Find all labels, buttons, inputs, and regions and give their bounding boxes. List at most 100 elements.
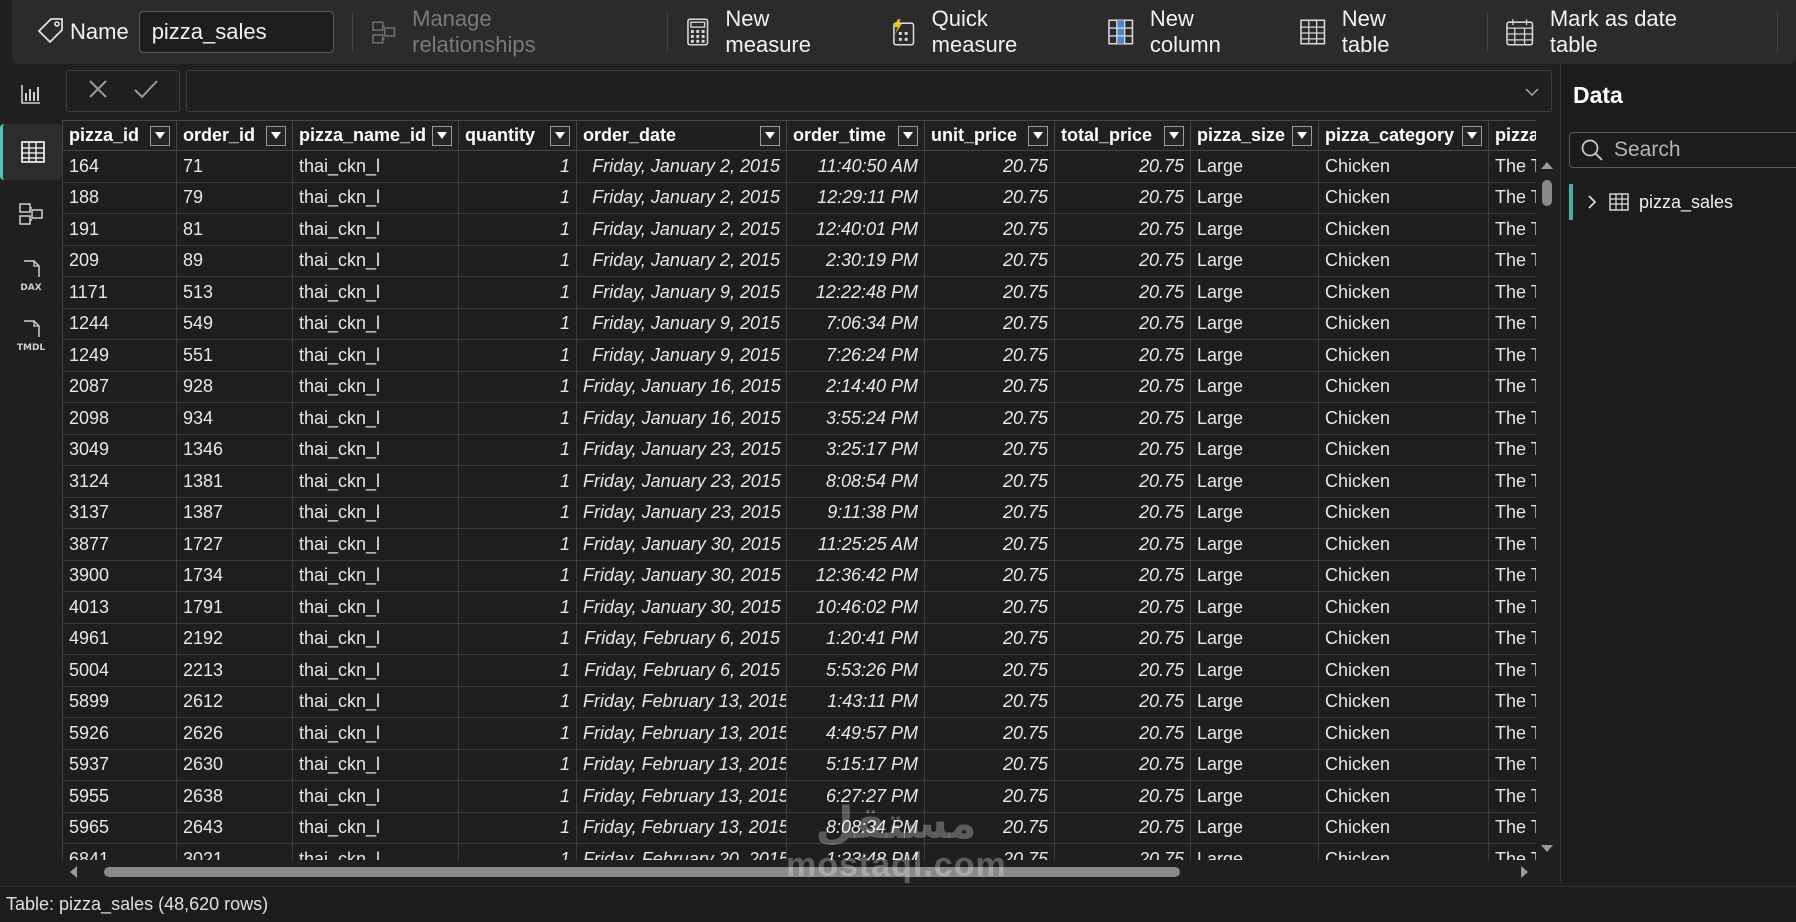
cell-order-time[interactable]: 12:22:48 PM (786, 276, 925, 309)
cell-order-id[interactable]: 1387 (176, 496, 293, 529)
cell-pizza-size[interactable]: Large (1190, 748, 1319, 781)
cell-pizza-category[interactable]: Chicken (1318, 780, 1489, 813)
cell-order-time[interactable]: 8:08:34 PM (786, 811, 925, 844)
cell-pizza-category[interactable]: Chicken (1318, 339, 1489, 372)
cell-pizza-size[interactable]: Large (1190, 181, 1319, 214)
cell-pizza-name-id[interactable]: thai_ckn_l (292, 496, 459, 529)
cell-pizza[interactable]: The T (1488, 622, 1536, 655)
cell-pizza-category[interactable]: Chicken (1318, 717, 1489, 750)
cell-order-id[interactable]: 513 (176, 276, 293, 309)
cell-order-time[interactable]: 1:20:41 PM (786, 622, 925, 655)
cell-unit-price[interactable]: 20.75 (924, 465, 1055, 498)
filter-dropdown-button[interactable] (1462, 126, 1482, 146)
filter-dropdown-button[interactable] (432, 126, 452, 146)
cell-order-date[interactable]: Friday, February 13, 2015 (576, 811, 787, 844)
manage-relationships-button[interactable]: Manage relationships (371, 0, 617, 64)
cell-pizza-name-id[interactable]: thai_ckn_l (292, 244, 459, 277)
cell-unit-price[interactable]: 20.75 (924, 276, 1055, 309)
column-header-order-time[interactable]: order_time (786, 120, 925, 151)
cell-total-price[interactable]: 20.75 (1054, 528, 1191, 561)
cell-total-price[interactable]: 20.75 (1054, 307, 1191, 340)
data-table-item-pizza-sales[interactable]: pizza_sales (1569, 184, 1796, 220)
cell-quantity[interactable]: 1 (458, 150, 577, 183)
cell-quantity[interactable]: 1 (458, 717, 577, 750)
cell-order-date[interactable]: Friday, January 23, 2015 (576, 433, 787, 466)
cell-order-time[interactable]: 5:15:17 PM (786, 748, 925, 781)
cell-pizza-id[interactable]: 191 (62, 213, 177, 246)
cell-pizza-id[interactable]: 209 (62, 244, 177, 277)
cell-quantity[interactable]: 1 (458, 654, 577, 687)
cell-order-date[interactable]: Friday, January 23, 2015 (576, 496, 787, 529)
cell-pizza-category[interactable]: Chicken (1318, 843, 1489, 860)
column-header-pizza-size[interactable]: pizza_size (1190, 120, 1319, 151)
cell-pizza-name-id[interactable]: thai_ckn_l (292, 276, 459, 309)
cell-unit-price[interactable]: 20.75 (924, 244, 1055, 277)
cell-order-id[interactable]: 71 (176, 150, 293, 183)
cancel-formula-button[interactable] (86, 77, 110, 106)
cell-pizza-size[interactable]: Large (1190, 496, 1319, 529)
cell-pizza-name-id[interactable]: thai_ckn_l (292, 339, 459, 372)
cell-unit-price[interactable]: 20.75 (924, 181, 1055, 214)
cell-pizza-size[interactable]: Large (1190, 213, 1319, 246)
cell-total-price[interactable]: 20.75 (1054, 244, 1191, 277)
cell-unit-price[interactable]: 20.75 (924, 811, 1055, 844)
cell-pizza-id[interactable]: 4013 (62, 591, 177, 624)
cell-quantity[interactable]: 1 (458, 181, 577, 214)
cell-order-date[interactable]: Friday, February 13, 2015 (576, 748, 787, 781)
cell-pizza-size[interactable]: Large (1190, 559, 1319, 592)
filter-dropdown-button[interactable] (760, 126, 780, 146)
cell-order-date[interactable]: Friday, February 13, 2015 (576, 685, 787, 718)
column-header-total-price[interactable]: total_price (1054, 120, 1191, 151)
cell-order-id[interactable]: 2612 (176, 685, 293, 718)
cell-pizza-id[interactable]: 5899 (62, 685, 177, 718)
cell-pizza-name-id[interactable]: thai_ckn_l (292, 591, 459, 624)
cell-order-time[interactable]: 1:23:48 PM (786, 843, 925, 860)
cell-pizza-name-id[interactable]: thai_ckn_l (292, 213, 459, 246)
cell-quantity[interactable]: 1 (458, 528, 577, 561)
cell-order-id[interactable]: 1727 (176, 528, 293, 561)
cell-pizza[interactable]: The T (1488, 244, 1536, 277)
cell-pizza[interactable]: The T (1488, 528, 1536, 561)
cell-total-price[interactable]: 20.75 (1054, 181, 1191, 214)
cell-pizza-name-id[interactable]: thai_ckn_l (292, 181, 459, 214)
cell-pizza-id[interactable]: 188 (62, 181, 177, 214)
column-header-pizza-name-id[interactable]: pizza_name_id (292, 120, 459, 151)
cell-order-time[interactable]: 10:46:02 PM (786, 591, 925, 624)
cell-pizza-id[interactable]: 3137 (62, 496, 177, 529)
cell-pizza-id[interactable]: 1171 (62, 276, 177, 309)
cell-pizza-category[interactable]: Chicken (1318, 433, 1489, 466)
cell-order-date[interactable]: Friday, February 6, 2015 (576, 622, 787, 655)
cell-pizza-size[interactable]: Large (1190, 780, 1319, 813)
cell-pizza-size[interactable]: Large (1190, 402, 1319, 435)
cell-quantity[interactable]: 1 (458, 496, 577, 529)
quick-measure-button[interactable]: Quick measure (890, 0, 1076, 64)
cell-pizza[interactable]: The T (1488, 843, 1536, 860)
cell-pizza-id[interactable]: 5937 (62, 748, 177, 781)
cell-pizza-name-id[interactable]: thai_ckn_l (292, 685, 459, 718)
cell-order-date[interactable]: Friday, January 16, 2015 (576, 370, 787, 403)
cell-pizza-size[interactable]: Large (1190, 150, 1319, 183)
cell-quantity[interactable]: 1 (458, 307, 577, 340)
cell-unit-price[interactable]: 20.75 (924, 685, 1055, 718)
column-header-quantity[interactable]: quantity (458, 120, 577, 151)
cell-total-price[interactable]: 20.75 (1054, 685, 1191, 718)
cell-pizza-category[interactable]: Chicken (1318, 748, 1489, 781)
cell-order-time[interactable]: 4:49:57 PM (786, 717, 925, 750)
cell-pizza-id[interactable]: 2087 (62, 370, 177, 403)
cell-order-time[interactable]: 12:40:01 PM (786, 213, 925, 246)
cell-order-time[interactable]: 3:55:24 PM (786, 402, 925, 435)
cell-unit-price[interactable]: 20.75 (924, 654, 1055, 687)
cell-pizza[interactable]: The T (1488, 307, 1536, 340)
cell-order-date[interactable]: Friday, January 23, 2015 (576, 465, 787, 498)
cell-pizza-name-id[interactable]: thai_ckn_l (292, 559, 459, 592)
cell-quantity[interactable]: 1 (458, 213, 577, 246)
cell-order-id[interactable]: 551 (176, 339, 293, 372)
cell-pizza-category[interactable]: Chicken (1318, 591, 1489, 624)
new-measure-button[interactable]: New measure (686, 0, 858, 64)
cell-unit-price[interactable]: 20.75 (924, 748, 1055, 781)
cell-order-date[interactable]: Friday, January 16, 2015 (576, 402, 787, 435)
cell-order-date[interactable]: Friday, January 2, 2015 (576, 150, 787, 183)
cell-pizza-size[interactable]: Large (1190, 622, 1319, 655)
cell-order-date[interactable]: Friday, January 2, 2015 (576, 213, 787, 246)
cell-quantity[interactable]: 1 (458, 748, 577, 781)
